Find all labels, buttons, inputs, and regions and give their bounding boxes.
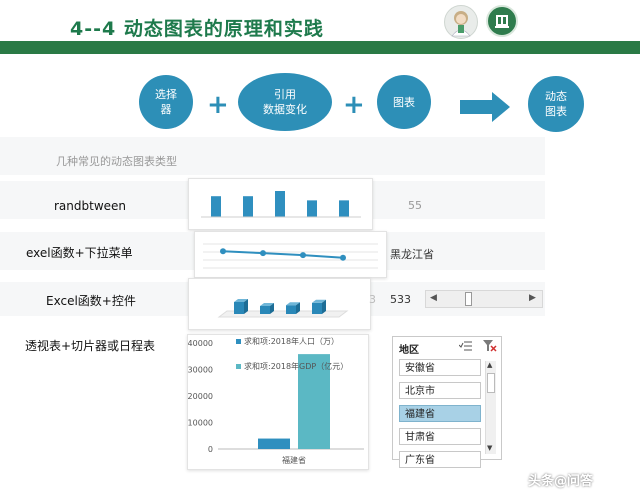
slicer-item[interactable]: 北京市 (399, 382, 481, 399)
control-3d-bar-chart (217, 299, 349, 318)
arrow-right-icon (460, 92, 510, 122)
slicer-scrollbar[interactable]: ▲ ▼ (485, 361, 496, 454)
book-icon (486, 5, 518, 37)
mini-chart-panel (188, 278, 371, 330)
slicer-item[interactable]: 福建省 (399, 405, 481, 422)
bar (275, 191, 285, 217)
data-point (260, 250, 266, 257)
clear-filter-icon[interactable] (483, 340, 497, 352)
y-tick-label: 40000 (188, 339, 213, 348)
bar (260, 306, 270, 314)
y-tick-label: 20000 (188, 392, 213, 401)
data-point (220, 248, 226, 255)
dropdown-selected-value[interactable]: 黑龙江省 (390, 246, 434, 262)
randbetween-bar-chart (201, 191, 361, 218)
page-title: 4--4 动态图表的原理和实践 (70, 18, 324, 40)
scroll-right-arrow-icon[interactable]: ▶ (529, 293, 536, 303)
data-point (340, 254, 346, 261)
horizontal-scrollbar[interactable]: ◀ ▶ (425, 290, 543, 308)
legend-label: 求和项:2018年GDP（亿元） (244, 361, 348, 371)
slicer-item[interactable]: 安徽省 (399, 359, 481, 376)
flow-step-selector: 选择 器 (139, 75, 193, 129)
bar (339, 200, 349, 217)
random-value: 55 (408, 199, 422, 212)
section-heading: 几种常见的动态图表类型 (56, 155, 177, 168)
cell-value-fragment: 3 (369, 293, 376, 306)
slicer-scroll-thumb[interactable] (487, 373, 495, 393)
pivot-bar-chart: 40000 30000 20000 10000 0 求和项:2018年人口（万） 求和项:2… (188, 336, 364, 465)
y-tick-label: 0 (208, 445, 213, 454)
header-bar (0, 41, 640, 54)
y-tick-label: 10000 (188, 419, 213, 428)
row-label-randbtween: randbtween (54, 199, 127, 213)
bar (234, 302, 244, 314)
flow-step-chart: 图表 (377, 75, 431, 129)
legend-swatch (236, 339, 241, 344)
avatar-icon (444, 5, 478, 39)
row-label-dropdown: exel函数+下拉菜单 (26, 246, 133, 260)
data-point (300, 252, 306, 259)
scroll-up-arrow-icon[interactable]: ▲ (487, 361, 492, 369)
pivot-chart-panel: 40000 30000 20000 10000 0 求和项:2018年人口（万） 求和项:2… (187, 334, 369, 470)
plus-icon: + (343, 90, 365, 120)
control-value: 533 (390, 293, 411, 306)
bar (211, 196, 221, 217)
bar (312, 302, 322, 314)
slicer-title: 地区 (399, 345, 419, 356)
x-category-label: 福建省 (282, 455, 306, 465)
bar (258, 438, 290, 449)
bar (286, 305, 296, 314)
scroll-thumb[interactable] (465, 292, 472, 306)
dropdown-line-chart (203, 243, 378, 269)
watermark: 头条@问答 (528, 474, 594, 489)
region-slicer[interactable]: 地区 安徽省北京市福建省甘肃省广东省 ▲ ▼ (392, 336, 502, 468)
bar (307, 200, 317, 217)
y-tick-label: 30000 (188, 366, 213, 375)
legend-label: 求和项:2018年人口（万） (244, 336, 339, 346)
flow-step-dynamic-chart: 动态 图表 (528, 76, 584, 132)
multi-select-icon[interactable] (459, 340, 473, 352)
slicer-item[interactable]: 广东省 (399, 451, 481, 468)
plus-icon: + (207, 90, 229, 120)
legend-swatch (236, 364, 241, 369)
mini-chart-panel (194, 231, 387, 278)
slicer-item[interactable]: 甘肃省 (399, 428, 481, 445)
scroll-left-arrow-icon[interactable]: ◀ (430, 293, 437, 303)
bar (243, 196, 253, 217)
mini-chart-panel (188, 178, 373, 230)
row-label-pivot: 透视表+切片器或日程表 (25, 339, 156, 353)
flow-step-reference: 引用 数据变化 (238, 73, 332, 131)
row-label-control: Excel函数+控件 (46, 294, 136, 308)
scroll-down-arrow-icon[interactable]: ▼ (487, 444, 492, 452)
watermark-logo-icon (502, 472, 524, 490)
